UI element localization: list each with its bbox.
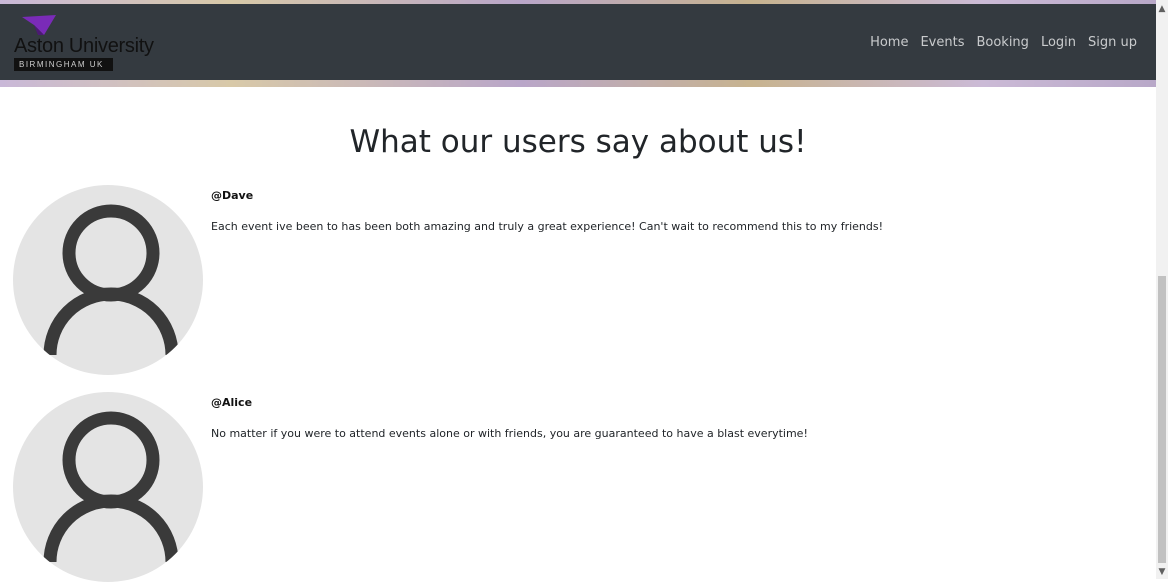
nav-link-home[interactable]: Home (870, 35, 908, 50)
review-text: Each event ive been to has been both ama… (211, 220, 884, 233)
brand-name: Aston University (14, 35, 154, 57)
nav-link-events[interactable]: Events (920, 35, 964, 50)
logo-mark-icon (22, 15, 56, 35)
nav-menu: Home Events Booking Login Sign up (870, 35, 1137, 50)
navbar: Aston University BIRMINGHAM UK Home Even… (0, 4, 1156, 80)
nav-link-login[interactable]: Login (1041, 35, 1076, 50)
page-title: What our users say about us! (349, 124, 807, 160)
nav-link-sign-up[interactable]: Sign up (1088, 35, 1137, 50)
brand-logo[interactable]: Aston University BIRMINGHAM UK (14, 15, 154, 75)
user-icon (43, 204, 179, 356)
brand-tagline: BIRMINGHAM UK (14, 58, 113, 71)
avatar (13, 185, 203, 375)
review-card: @Alice No matter if you were to attend e… (0, 392, 1156, 582)
scroll-down-icon[interactable]: ▼ (1156, 565, 1168, 579)
review-username: @Dave (211, 189, 254, 202)
nav-link-booking[interactable]: Booking (976, 35, 1028, 50)
review-card: @Dave Each event ive been to has been bo… (0, 185, 1156, 375)
scrollbar-thumb[interactable] (1158, 276, 1166, 563)
avatar (13, 392, 203, 582)
scroll-up-icon[interactable]: ▲ (1156, 2, 1168, 16)
review-text: No matter if you were to attend events a… (211, 427, 808, 440)
review-username: @Alice (211, 396, 253, 409)
vertical-scrollbar[interactable]: ▲ ▼ (1156, 0, 1168, 579)
user-icon (43, 411, 179, 563)
